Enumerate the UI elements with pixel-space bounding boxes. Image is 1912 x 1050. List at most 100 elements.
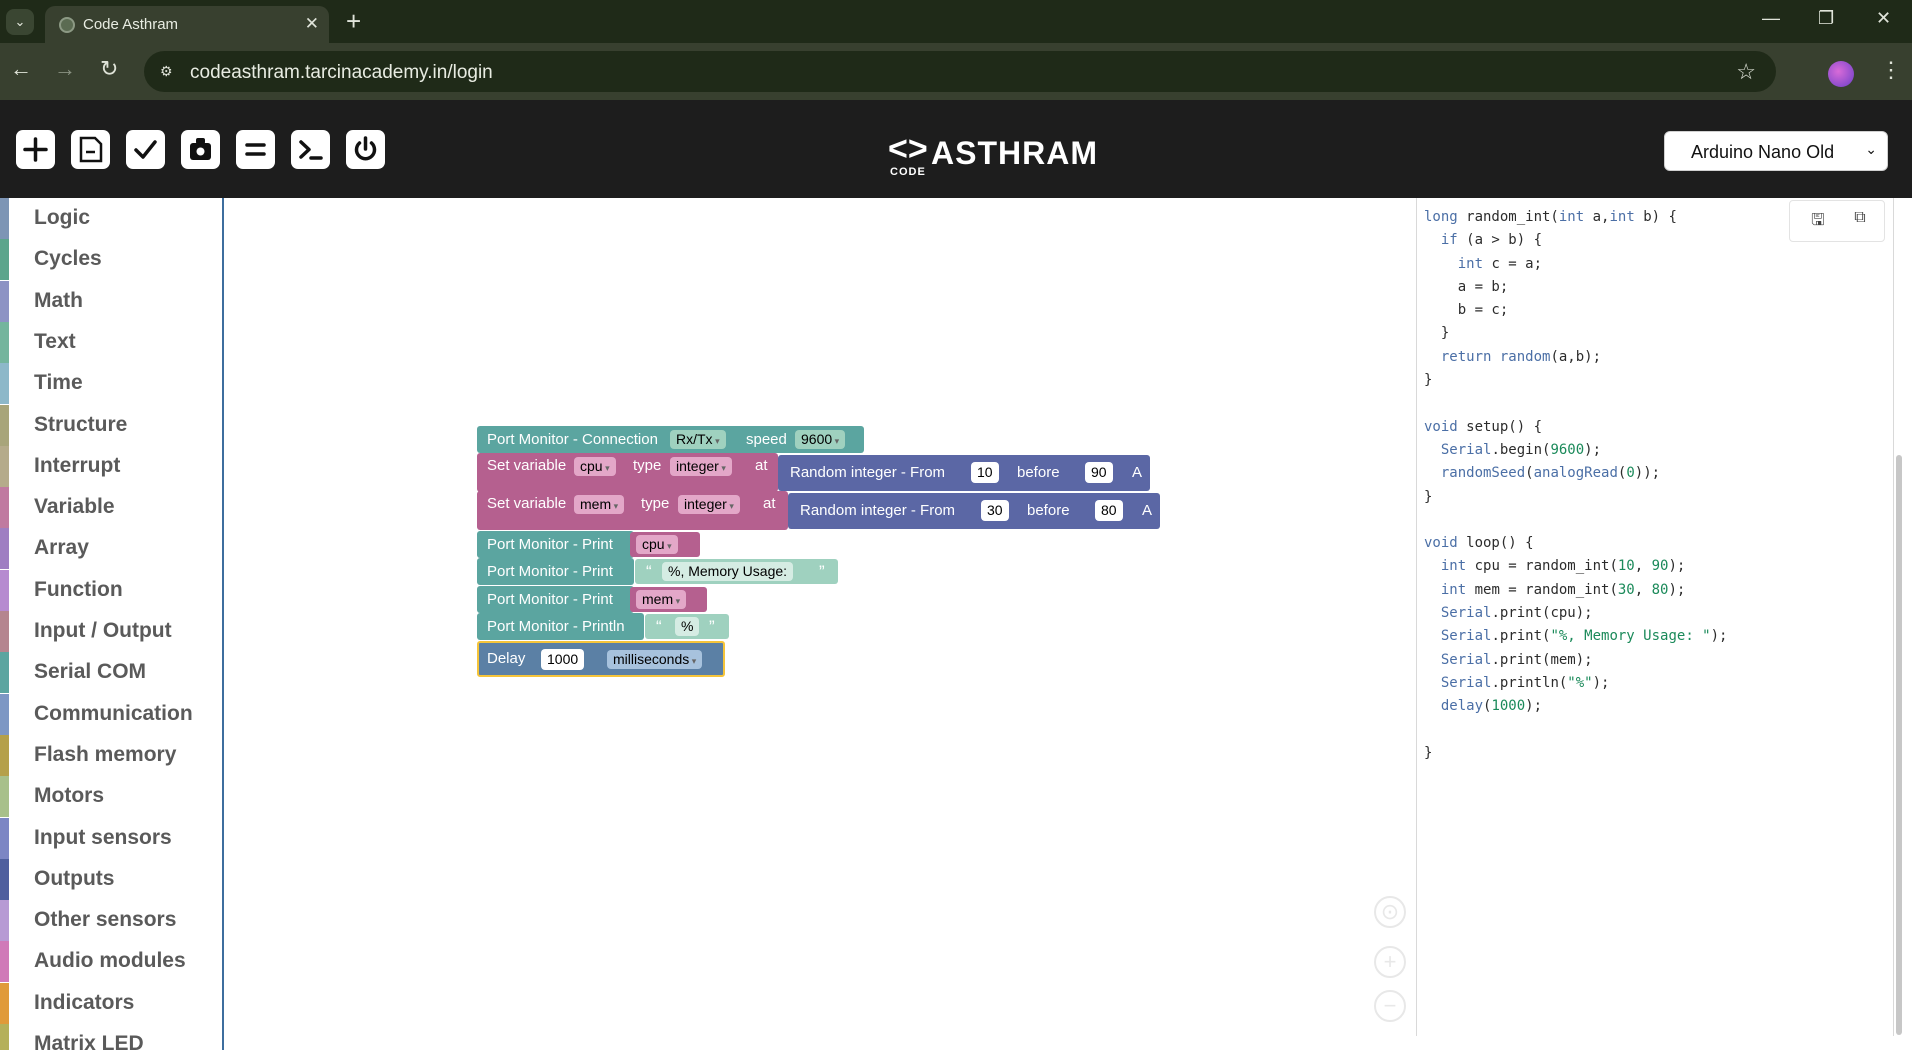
generated-code[interactable]: long random_int(int a,int b) { if (a > b… — [1424, 206, 1727, 765]
window-close-icon[interactable]: ✕ — [1876, 8, 1891, 29]
category-color-bar — [0, 900, 9, 942]
category-logic[interactable]: Logic — [0, 198, 222, 239]
category-interrupt[interactable]: Interrupt — [0, 445, 222, 487]
from-value[interactable]: 30 — [981, 500, 1009, 521]
recenter-icon[interactable]: ⊙ — [1374, 896, 1406, 928]
text-string-block[interactable]: “ %, Memory Usage: ” — [635, 559, 838, 584]
file-icon — [79, 136, 103, 163]
text-string-block[interactable]: “ % ” — [645, 614, 729, 639]
variable-dropdown[interactable]: cpu — [636, 535, 678, 554]
forward-icon[interactable]: → — [54, 56, 76, 82]
verify-button[interactable] — [126, 130, 165, 169]
category-label: Indicators — [34, 990, 135, 1014]
restore-icon[interactable]: ❐ — [1818, 8, 1834, 29]
close-tab-icon[interactable]: ✕ — [305, 14, 319, 34]
serial-monitor-button[interactable] — [291, 130, 330, 169]
serial-println-block[interactable]: Port Monitor - Println — [477, 613, 644, 640]
category-other-sensors[interactable]: Other sensors — [0, 900, 222, 942]
board-select[interactable]: Arduino Nano Old ⌄ — [1664, 131, 1888, 171]
close-quote-icon: ” — [819, 562, 825, 581]
menu-button[interactable] — [236, 130, 275, 169]
serial-connection-block[interactable]: Port Monitor - Connection Rx/Tx speed 96… — [477, 426, 864, 453]
address-bar[interactable]: ⚙ codeasthram.tarcinacademy.in/login ☆ — [144, 51, 1776, 92]
browser-menu-icon[interactable]: ⋮ — [1880, 57, 1902, 83]
block-label: Port Monitor - Print — [487, 591, 613, 608]
back-icon[interactable]: ← — [10, 56, 32, 82]
code-panel: long random_int(int a,int b) { if (a > b… — [1416, 198, 1894, 1036]
zoom-out-icon[interactable]: − — [1374, 990, 1406, 1022]
type-dropdown[interactable]: integer — [678, 495, 740, 514]
open-file-button[interactable] — [71, 130, 110, 169]
category-color-bar — [0, 652, 9, 694]
variable-dropdown[interactable]: mem — [636, 590, 687, 609]
upload-button[interactable] — [181, 130, 220, 169]
equals-icon — [245, 143, 266, 156]
power-button[interactable] — [346, 130, 385, 169]
from-value[interactable]: 10 — [971, 462, 999, 483]
set-variable-block[interactable]: Set variable cpu type integer at — [477, 453, 778, 492]
block-label: type — [641, 495, 670, 512]
type-dropdown[interactable]: integer — [670, 457, 732, 476]
category-matrix-led[interactable]: Matrix LED — [0, 1024, 222, 1050]
tab-search-icon[interactable]: ⌄ — [6, 9, 34, 35]
category-variable[interactable]: Variable — [0, 487, 222, 529]
camera-icon — [190, 138, 211, 160]
new-project-button[interactable] — [16, 130, 55, 169]
category-audio-modules[interactable]: Audio modules — [0, 941, 222, 983]
new-tab-icon[interactable]: + — [346, 6, 361, 37]
category-array[interactable]: Array — [0, 528, 222, 570]
random-integer-block[interactable]: Random integer - From 30 before 80 A — [788, 493, 1160, 529]
speed-dropdown[interactable]: 9600 — [795, 430, 846, 449]
reload-icon[interactable]: ↻ — [100, 56, 118, 82]
category-color-bar — [0, 734, 9, 776]
url-text[interactable]: codeasthram.tarcinacademy.in/login — [190, 62, 493, 84]
category-label: Matrix LED — [34, 1032, 144, 1050]
category-motors[interactable]: Motors — [0, 776, 222, 818]
code-scrollbar[interactable] — [1896, 455, 1902, 1035]
copy-icon[interactable]: ⧉ — [1846, 209, 1874, 235]
category-text[interactable]: Text — [0, 321, 222, 363]
category-outputs[interactable]: Outputs — [0, 858, 222, 900]
variable-dropdown[interactable]: mem — [574, 495, 625, 514]
serial-print-block[interactable]: Port Monitor - Print — [477, 586, 634, 613]
serial-print-block[interactable]: Port Monitor - Print — [477, 558, 634, 585]
variable-get-block[interactable]: mem — [630, 587, 707, 612]
block-label: Set variable — [487, 457, 567, 474]
zoom-in-icon[interactable]: + — [1374, 946, 1406, 978]
variable-dropdown[interactable]: cpu — [574, 457, 616, 476]
serial-print-block[interactable]: Port Monitor - Print — [477, 531, 634, 558]
category-cycles[interactable]: Cycles — [0, 239, 222, 281]
category-input-sensors[interactable]: Input sensors — [0, 817, 222, 859]
category-label: Text — [34, 329, 76, 353]
block-label: A — [1142, 502, 1153, 519]
profile-avatar[interactable] — [1828, 61, 1854, 87]
browser-tab[interactable]: Code Asthram ✕ — [45, 6, 329, 43]
category-input-output[interactable]: Input / Output — [0, 611, 222, 652]
string-value[interactable]: %, Memory Usage: — [662, 562, 794, 581]
unit-dropdown[interactable]: milliseconds — [607, 650, 703, 669]
site-info-icon[interactable]: ⚙ — [160, 63, 178, 79]
port-dropdown[interactable]: Rx/Tx — [670, 430, 726, 449]
set-variable-block[interactable]: Set variable mem type integer at — [477, 491, 788, 530]
category-math[interactable]: Math — [0, 280, 222, 322]
block-workspace[interactable]: Port Monitor - Connection Rx/Tx speed 96… — [226, 198, 1416, 1050]
save-icon[interactable]: 🖫 — [1804, 209, 1832, 235]
delay-block[interactable]: Delay 1000 milliseconds — [477, 641, 725, 677]
category-serial-com[interactable]: Serial COM — [0, 652, 222, 694]
variable-get-block[interactable]: cpu — [630, 532, 700, 557]
category-communication[interactable]: Communication — [0, 693, 222, 735]
category-function[interactable]: Function — [0, 569, 222, 611]
category-structure[interactable]: Structure — [0, 404, 222, 446]
random-integer-block[interactable]: Random integer - From 10 before 90 A — [778, 455, 1150, 491]
category-time[interactable]: Time — [0, 363, 222, 405]
bookmark-star-icon[interactable]: ☆ — [1736, 59, 1756, 85]
category-color-bar — [0, 198, 9, 239]
string-value[interactable]: % — [675, 617, 700, 636]
minimize-icon[interactable]: — — [1762, 8, 1780, 29]
category-indicators[interactable]: Indicators — [0, 982, 222, 1024]
to-value[interactable]: 90 — [1085, 462, 1113, 483]
to-value[interactable]: 80 — [1095, 500, 1123, 521]
category-flash-memory[interactable]: Flash memory — [0, 734, 222, 776]
delay-value[interactable]: 1000 — [541, 649, 585, 670]
category-color-bar — [0, 611, 9, 652]
